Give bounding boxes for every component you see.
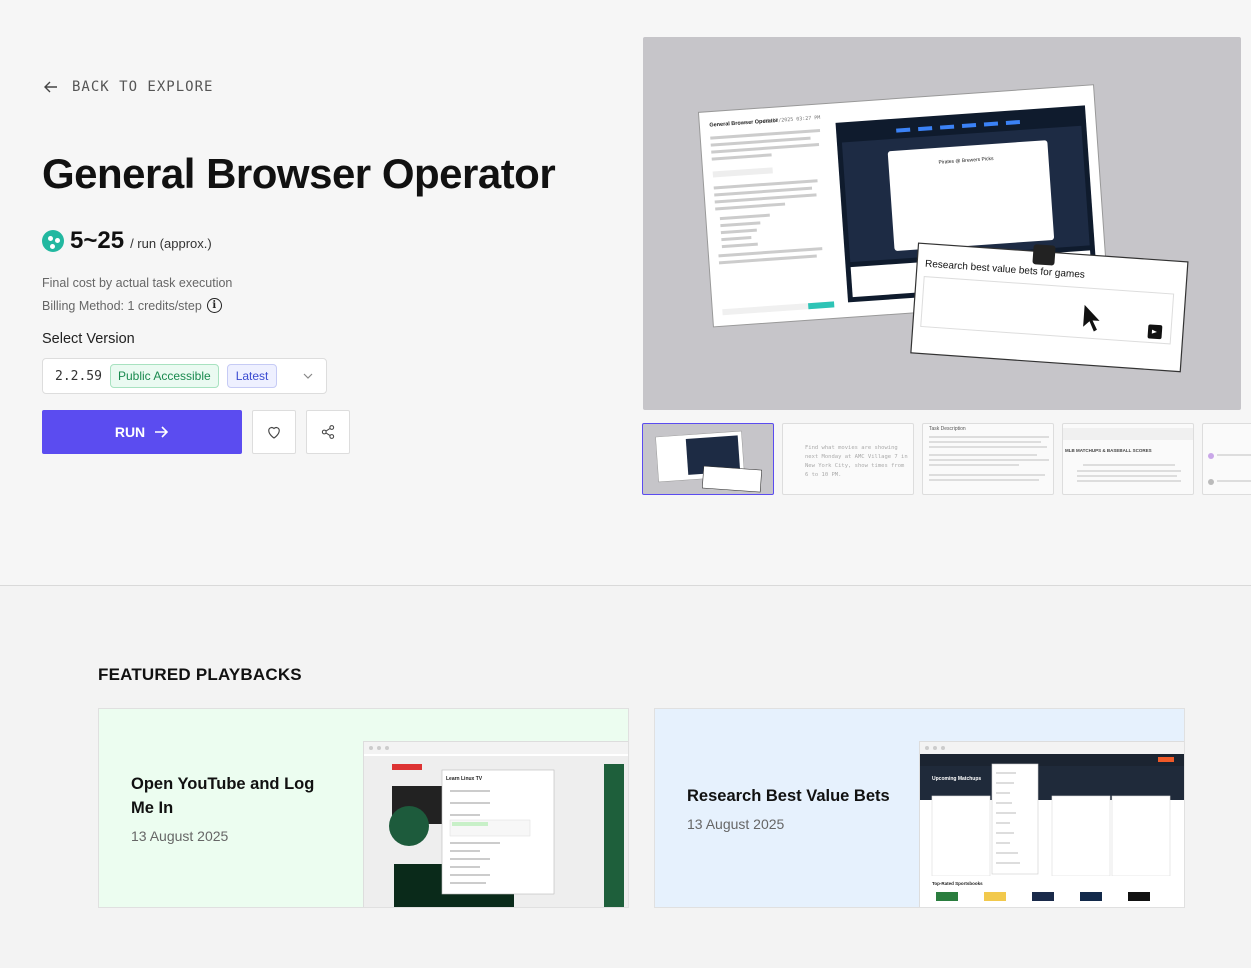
version-select[interactable]: 2.2.59 Public Accessible Latest xyxy=(42,358,327,394)
playback-card-youtube[interactable]: Open YouTube and Log Me In 13 August 202… xyxy=(98,708,629,908)
thumbnail-5[interactable] xyxy=(1202,423,1251,495)
back-link-label: BACK TO EXPLORE xyxy=(72,79,214,95)
featured-playbacks-title: FEATURED PLAYBACKS xyxy=(98,665,302,684)
chevron-down-icon xyxy=(303,373,313,379)
thumbnail-3-title: Task Description xyxy=(929,426,966,432)
main-preview-image: General Browser Operator 08/13/2025 03:2… xyxy=(643,37,1241,410)
playback-title: Open YouTube and Log Me In xyxy=(131,775,315,817)
price-amount: 5~25 xyxy=(70,227,125,254)
thumbnail-4-title: MLB MATCHUPS & BASEBALL SCORES xyxy=(1065,448,1152,453)
billing-text: Billing Method: 1 credits/step xyxy=(42,298,202,313)
arrow-right-icon xyxy=(155,426,169,438)
playback-screenshot: Upcoming Matchups Top-Rated Sportsbooks xyxy=(919,741,1184,907)
public-accessible-badge: Public Accessible xyxy=(109,364,219,388)
heart-icon xyxy=(268,426,280,439)
select-version-label: Select Version xyxy=(42,331,135,347)
thumbnail-4[interactable]: MLB MATCHUPS & BASEBALL SCORES xyxy=(1062,423,1194,495)
version-value: 2.2.59 xyxy=(55,368,102,384)
billing-method: Billing Method: 1 credits/step i xyxy=(42,298,222,313)
share-button[interactable] xyxy=(306,410,350,454)
preview-thumbnail-strip[interactable]: Find what movies are showing next Monday… xyxy=(642,423,1251,495)
thumbnail-2-text: Find what movies are showing next Monday… xyxy=(805,445,908,478)
playback-card-bets[interactable]: Research Best Value Bets 13 August 2025 … xyxy=(654,708,1185,908)
thumbnail-2[interactable]: Find what movies are showing next Monday… xyxy=(782,423,914,495)
bets-section-heading: Upcoming Matchups xyxy=(932,776,981,782)
favorite-button[interactable] xyxy=(252,410,296,454)
youtube-menu-title: Learn Linux TV xyxy=(446,776,483,782)
info-icon[interactable]: i xyxy=(206,298,222,313)
back-to-explore-link[interactable]: BACK TO EXPLORE xyxy=(42,78,213,96)
cost-note: Final cost by actual task execution xyxy=(42,276,233,290)
arrow-left-icon xyxy=(44,81,57,93)
price-unit: / run (approx.) xyxy=(130,236,212,251)
playback-date: 13 August 2025 xyxy=(687,816,785,832)
price-row: 5~25 / run (approx.) xyxy=(42,226,212,255)
page-title: General Browser Operator xyxy=(42,150,556,197)
run-button-label: RUN xyxy=(114,424,146,440)
playback-date: 13 August 2025 xyxy=(131,828,229,844)
latest-badge: Latest xyxy=(226,364,278,388)
run-button[interactable]: RUN xyxy=(42,410,242,454)
playback-screenshot: Learn Linux TV xyxy=(363,741,628,907)
coin-icon xyxy=(42,230,64,252)
sportsbooks-heading: Top-Rated Sportsbooks xyxy=(932,881,983,886)
thumbnail-3[interactable]: Task Description xyxy=(922,423,1054,495)
share-icon xyxy=(321,425,335,439)
thumbnail-1[interactable] xyxy=(642,423,774,495)
playback-title: Research Best Value Bets xyxy=(687,787,890,805)
